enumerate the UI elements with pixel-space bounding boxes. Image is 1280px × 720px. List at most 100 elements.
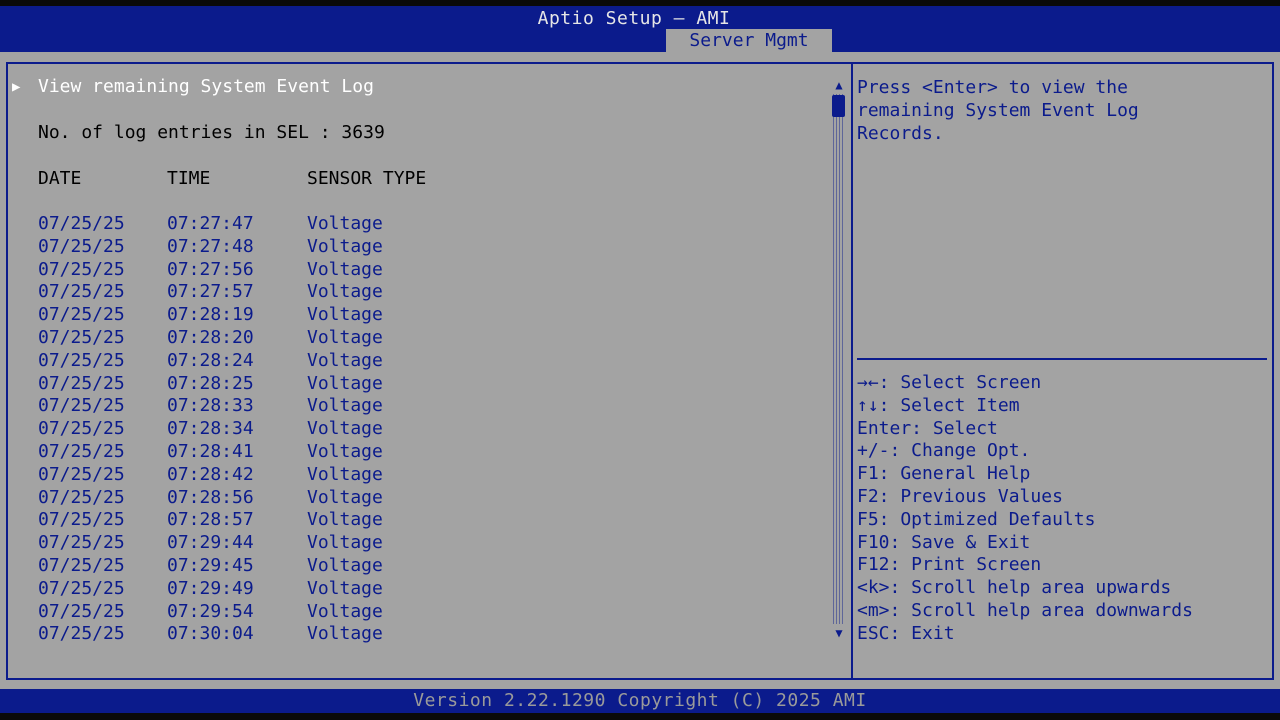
log-date: 07/25/25 (38, 463, 125, 485)
log-date: 07/25/25 (38, 623, 125, 645)
log-time: 07:28:42 (167, 463, 254, 485)
log-sensor-type: Voltage (307, 258, 383, 280)
log-sensor-type: Voltage (307, 418, 383, 440)
log-sensor-type: Voltage (307, 555, 383, 576)
version-footer: Version 2.22.1290 Copyright (C) 2025 AMI (0, 689, 1280, 713)
log-row: 07/25/25 07:28:19 Voltage (8, 304, 828, 327)
log-time: 07:28:19 (167, 304, 254, 326)
help-panel: Press <Enter> to view the remaining Syst… (853, 64, 1272, 678)
scroll-up-arrow-icon[interactable]: ▲ (832, 78, 846, 92)
log-date: 07/25/25 (38, 235, 125, 257)
key-legend-item: F2: Previous Values (857, 485, 1063, 507)
key-legend-item: F12: Print Screen (857, 554, 1042, 576)
log-time: 07:27:56 (167, 258, 254, 280)
scrollbar[interactable]: ▲ ▼ (832, 78, 846, 640)
log-row: 07/25/25 07:29:45 Voltage (8, 555, 828, 578)
log-date: 07/25/25 (38, 509, 125, 531)
log-time: 07:28:57 (167, 509, 254, 531)
log-date: 07/25/25 (38, 532, 125, 554)
log-row: 07/25/25 07:29:54 Voltage (8, 601, 828, 624)
key-legend-item: +/-: Change Opt. (857, 440, 1031, 462)
key-legend-item: F1: General Help (857, 463, 1031, 485)
log-row: 07/25/25 07:28:20 Voltage (8, 327, 828, 350)
log-sensor-type: Voltage (307, 395, 383, 417)
log-date: 07/25/25 (38, 372, 125, 394)
log-row: 07/25/25 07:28:57 Voltage (8, 509, 828, 532)
key-legend-item: ↑↓: Select Item (857, 394, 1020, 416)
log-row: 07/25/25 07:28:24 Voltage (8, 350, 828, 373)
log-time: 07:28:56 (167, 486, 254, 508)
log-row: 07/25/25 07:27:57 Voltage (8, 281, 828, 304)
log-time: 07:30:04 (167, 623, 254, 645)
log-row: 07/25/25 07:27:47 Voltage (8, 213, 828, 236)
log-date: 07/25/25 (38, 600, 125, 622)
key-legend-item: F5: Optimized Defaults (857, 508, 1096, 530)
column-header-sensor-type: SENSOR TYPE (307, 168, 427, 189)
log-time: 07:28:25 (167, 372, 254, 394)
tab-server-mgmt[interactable]: Server Mgmt (666, 29, 832, 52)
log-time: 07:28:20 (167, 327, 254, 348)
scroll-thumb[interactable] (832, 95, 845, 117)
key-legend-item: ESC: Exit (857, 622, 955, 644)
log-sensor-type: Voltage (307, 486, 383, 508)
help-description: Press <Enter> to view the remaining Syst… (857, 77, 1139, 144)
log-sensor-type: Voltage (307, 600, 383, 622)
log-sensor-type: Voltage (307, 623, 383, 645)
log-date: 07/25/25 (38, 486, 125, 508)
settings-panel: ▶ View remaining System Event Log No. of… (8, 64, 851, 678)
log-sensor-type: Voltage (307, 281, 383, 303)
log-row: 07/25/25 07:27:56 Voltage (8, 259, 828, 282)
log-row: 07/25/25 07:28:34 Voltage (8, 418, 828, 441)
log-date: 07/25/25 (38, 258, 125, 280)
log-sensor-type: Voltage (307, 577, 383, 599)
log-date: 07/25/25 (38, 281, 125, 303)
selection-arrow-icon: ▶ (12, 79, 21, 95)
main-area: ▶ View remaining System Event Log No. of… (0, 52, 1280, 689)
log-row: 07/25/25 07:27:48 Voltage (8, 236, 828, 259)
log-sensor-type: Voltage (307, 372, 383, 394)
log-sensor-type: Voltage (307, 213, 383, 234)
app-title: Aptio Setup – AMI (537, 8, 731, 29)
log-time: 07:28:33 (167, 395, 254, 417)
log-date: 07/25/25 (38, 577, 125, 599)
log-count-label: No. of log entries in SEL : 3639 (38, 122, 385, 143)
log-time: 07:29:49 (167, 577, 254, 599)
log-sensor-type: Voltage (307, 327, 383, 348)
key-legend: →←: Select Screen ↑↓: Select Item Enter: S… (857, 372, 1269, 646)
log-row: 07/25/25 07:28:56 Voltage (8, 487, 828, 510)
log-date: 07/25/25 (38, 213, 125, 234)
log-date: 07/25/25 (38, 349, 125, 371)
key-legend-item: F10: Save & Exit (857, 531, 1031, 553)
scroll-track[interactable] (833, 94, 844, 624)
log-row: 07/25/25 07:28:42 Voltage (8, 464, 828, 487)
log-date: 07/25/25 (38, 555, 125, 576)
log-time: 07:27:47 (167, 213, 254, 234)
key-legend-item: Enter: Select (857, 417, 998, 439)
key-legend-item: <m>: Scroll help area downwards (857, 599, 1193, 621)
log-sensor-type: Voltage (307, 304, 383, 326)
log-row: 07/25/25 07:28:33 Voltage (8, 395, 828, 418)
scroll-down-arrow-icon[interactable]: ▼ (832, 626, 846, 640)
main-frame: ▶ View remaining System Event Log No. of… (6, 62, 1274, 680)
log-date: 07/25/25 (38, 418, 125, 440)
log-sensor-type: Voltage (307, 509, 383, 531)
log-date: 07/25/25 (38, 327, 125, 348)
log-row: 07/25/25 07:28:25 Voltage (8, 373, 828, 396)
help-divider (857, 358, 1267, 360)
log-time: 07:27:48 (167, 235, 254, 257)
key-legend-item: →←: Select Screen (857, 372, 1042, 393)
log-sensor-type: Voltage (307, 235, 383, 257)
log-time: 07:29:45 (167, 555, 254, 576)
log-row: 07/25/25 07:30:04 Voltage (8, 623, 828, 646)
log-sensor-type: Voltage (307, 463, 383, 485)
log-time: 07:28:41 (167, 441, 254, 462)
log-row: 07/25/25 07:29:44 Voltage (8, 532, 828, 555)
log-sensor-type: Voltage (307, 349, 383, 371)
log-time: 07:28:24 (167, 349, 254, 371)
column-header-time: TIME (167, 168, 211, 189)
log-sensor-type: Voltage (307, 532, 383, 554)
column-header-date: DATE (38, 168, 82, 189)
view-remaining-sel-item[interactable]: View remaining System Event Log (38, 76, 374, 98)
log-date: 07/25/25 (38, 395, 125, 417)
log-time: 07:27:57 (167, 281, 254, 303)
